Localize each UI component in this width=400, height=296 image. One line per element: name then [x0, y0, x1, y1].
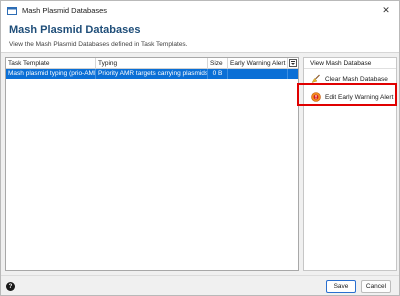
databases-table: Task Template Typing Size Early Warning … — [5, 57, 299, 271]
page-subtitle: View the Mash Plasmid Databases defined … — [9, 41, 188, 48]
title-bar: Mash Plasmid Databases ✕ — [1, 1, 399, 20]
cancel-button[interactable]: Cancel — [361, 280, 391, 293]
page-title: Mash Plasmid Databases — [9, 24, 141, 36]
view-mash-database-button[interactable]: View Mash Database — [304, 58, 396, 69]
table-header: Task Template Typing Size Early Warning … — [6, 58, 298, 69]
header-band: Mash Plasmid Databases View the Mash Pla… — [1, 20, 399, 53]
column-header-typing[interactable]: Typing — [96, 58, 208, 69]
window-title: Mash Plasmid Databases — [22, 6, 108, 15]
app-icon — [7, 6, 17, 16]
cell-size: 0 B — [208, 69, 228, 79]
help-icon[interactable]: ? — [6, 282, 15, 291]
column-chooser-icon — [289, 59, 297, 67]
column-chooser-button[interactable] — [288, 58, 298, 69]
annotation-highlight-box — [297, 83, 397, 106]
dialog-window: Mash Plasmid Databases ✕ Mash Plasmid Da… — [0, 0, 400, 296]
cell-task-template: Mash plasmid typing (prio-AMR) — [8, 69, 96, 79]
clear-mash-database-label: Clear Mash Database — [325, 75, 388, 83]
column-header-early-warning-alert[interactable]: Early Warning Alert — [228, 58, 288, 69]
column-header-size[interactable]: Size — [208, 58, 228, 69]
table-row[interactable]: Mash plasmid typing (prio-AMR) Priority … — [6, 69, 298, 79]
close-button[interactable]: ✕ — [379, 4, 393, 17]
cell-spacer — [288, 69, 298, 79]
cell-early-warning-alert — [228, 69, 288, 79]
column-header-task-template[interactable]: Task Template — [6, 58, 96, 69]
cell-typing: Priority AMR targets carrying plasmids — [98, 69, 208, 79]
footer-divider — [1, 275, 399, 276]
save-button[interactable]: Save — [326, 280, 356, 293]
